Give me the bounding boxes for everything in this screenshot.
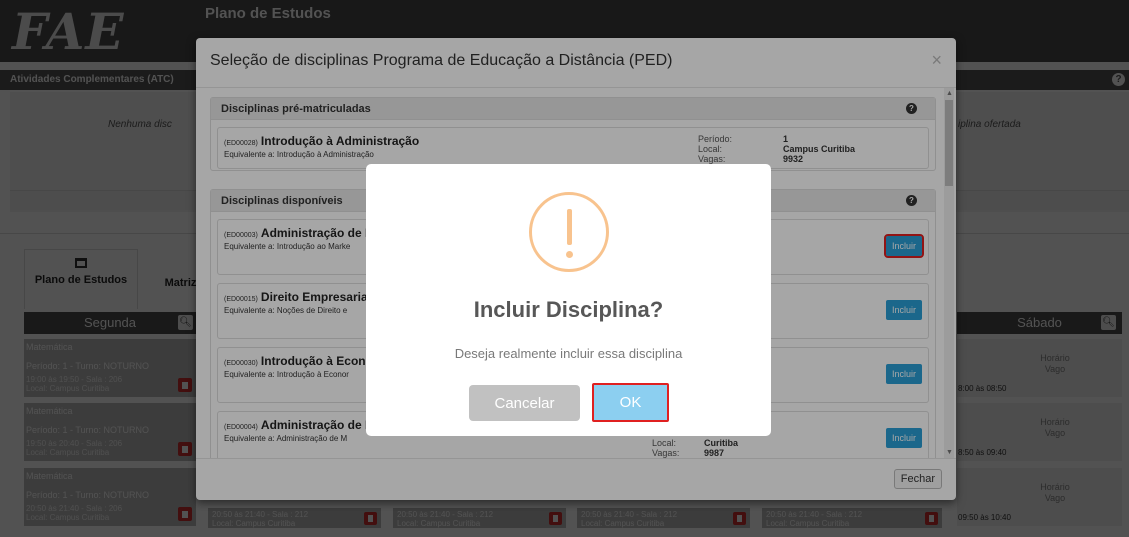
confirm-dialog: Incluir Disciplina? Deseja realmente inc… [366,164,771,436]
cancel-button[interactable]: Cancelar [469,385,580,421]
confirm-title: Incluir Disciplina? [473,297,664,322]
warning-icon [529,192,609,272]
warning-icon-bar [567,209,572,245]
ok-button[interactable]: OK [592,383,669,422]
confirm-message: Deseja realmente incluir essa disciplina [454,346,683,361]
warning-icon-dot [566,251,573,258]
